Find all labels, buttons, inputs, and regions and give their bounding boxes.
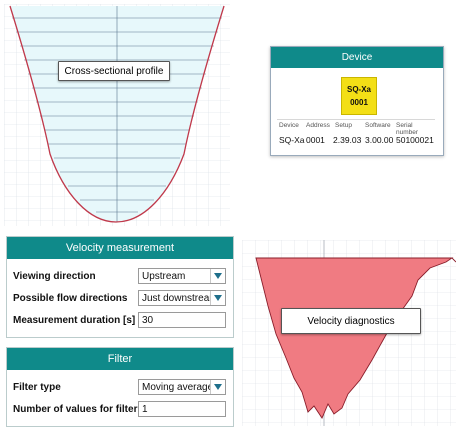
duration-input[interactable]: 30 bbox=[138, 312, 226, 328]
filter-type-value: Moving average bbox=[142, 381, 210, 393]
col-setup: Setup bbox=[335, 122, 352, 129]
viewing-direction-label: Viewing direction bbox=[13, 271, 96, 282]
cross-section-plot bbox=[4, 4, 230, 226]
device-card[interactable]: Device SQ-Xa 0001 Device Address Setup S… bbox=[270, 46, 444, 156]
col-address: Address bbox=[306, 122, 330, 129]
velocity-diagnostics-label: Velocity diagnostics bbox=[281, 308, 421, 334]
device-chip-name: SQ-Xa bbox=[346, 85, 371, 94]
val-device: SQ-Xa bbox=[279, 135, 305, 145]
val-software: 3.00.00 bbox=[365, 135, 394, 145]
filter-panel: Filter Filter type Moving average Number… bbox=[6, 347, 234, 427]
triangle-down-icon[interactable] bbox=[210, 269, 225, 283]
filter-title: Filter bbox=[7, 348, 233, 370]
device-chip-address: 0001 bbox=[350, 98, 368, 107]
velocity-measurement-title: Velocity measurement bbox=[7, 237, 233, 259]
duration-label: Measurement duration [s] bbox=[13, 315, 136, 326]
val-setup: 2.39.03 bbox=[333, 135, 362, 145]
val-address: 0001 bbox=[306, 135, 325, 145]
num-values-label: Number of values for filter bbox=[13, 404, 138, 415]
filter-type-select[interactable]: Moving average bbox=[138, 379, 226, 395]
col-software: Software bbox=[365, 122, 391, 129]
device-info-table: Device Address Setup Software Serial num… bbox=[277, 119, 435, 150]
cross-section-label: Cross-sectional profile bbox=[58, 61, 170, 81]
flow-directions-select[interactable]: Just downstream bbox=[138, 290, 226, 306]
viewing-direction-select[interactable]: Upstream bbox=[138, 268, 226, 284]
device-card-title: Device bbox=[271, 47, 443, 68]
triangle-down-icon[interactable] bbox=[210, 291, 225, 305]
num-values-input[interactable]: 1 bbox=[138, 401, 226, 417]
col-serial: Serial number bbox=[396, 122, 419, 136]
filter-type-label: Filter type bbox=[13, 382, 61, 393]
flow-directions-label: Possible flow directions bbox=[13, 293, 128, 304]
flow-directions-value: Just downstream bbox=[142, 292, 210, 304]
viewing-direction-value: Upstream bbox=[142, 270, 186, 282]
val-serial: 50100021 bbox=[396, 135, 434, 145]
col-device: Device bbox=[279, 122, 299, 129]
velocity-measurement-panel: Velocity measurement Viewing direction U… bbox=[6, 236, 234, 338]
triangle-down-icon[interactable] bbox=[210, 380, 225, 394]
device-chip[interactable]: SQ-Xa 0001 bbox=[341, 77, 377, 115]
